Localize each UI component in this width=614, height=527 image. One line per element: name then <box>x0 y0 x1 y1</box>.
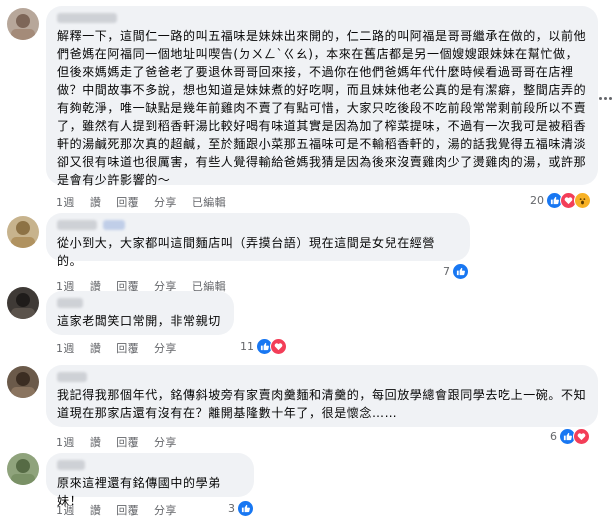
author-badge-blurred <box>103 220 125 230</box>
comment-actions: 1週 讚 回覆 分享 已編輯 <box>56 194 226 210</box>
comment-actions: 1週 讚 回覆 分享 <box>56 434 177 450</box>
author-name-blurred[interactable] <box>57 298 83 308</box>
love-icon <box>270 338 287 355</box>
reply-button[interactable]: 回覆 <box>116 502 139 518</box>
comment-bubble: 解釋一下，這間仁一路的叫五福味是妹妹出來開的，仁二路的叫阿福是哥哥繼承在做的，以… <box>46 6 598 187</box>
avatar[interactable] <box>7 453 39 485</box>
comment-text: 從小到大，大家都叫這間麵店叫（弄摸台語）現在這間是女兒在經營的。 <box>57 236 436 268</box>
reaction-summary[interactable]: 11 <box>238 337 289 356</box>
comment-text: 這家老闆笑口常開，非常親切 <box>57 314 221 328</box>
reaction-count: 20 <box>530 194 544 207</box>
reply-button[interactable]: 回覆 <box>116 340 139 356</box>
share-button[interactable]: 分享 <box>154 194 177 210</box>
reaction-count: 6 <box>550 430 557 443</box>
timestamp[interactable]: 1週 <box>56 502 75 518</box>
comment-actions: 1週 讚 回覆 分享 <box>56 502 177 518</box>
edited-label[interactable]: 已編輯 <box>192 194 226 210</box>
reaction-count: 7 <box>443 265 450 278</box>
reaction-count: 11 <box>240 340 254 353</box>
share-button[interactable]: 分享 <box>154 434 177 450</box>
timestamp[interactable]: 1週 <box>56 434 75 450</box>
reaction-summary[interactable]: 20 <box>528 191 593 210</box>
author-name-blurred[interactable] <box>57 372 87 382</box>
timestamp[interactable]: 1週 <box>56 340 75 356</box>
comment-bubble: 從小到大，大家都叫這間麵店叫（弄摸台語）現在這間是女兒在經營的。 <box>46 213 470 268</box>
like-icon <box>237 500 254 517</box>
like-button[interactable]: 讚 <box>90 194 101 210</box>
reaction-summary[interactable]: 6 <box>548 427 592 446</box>
avatar[interactable] <box>7 287 39 319</box>
reply-button[interactable]: 回覆 <box>116 194 139 210</box>
like-icon <box>452 263 469 280</box>
reaction-summary[interactable]: 7 <box>441 262 471 281</box>
comment-text: 解釋一下，這間仁一路的叫五福味是妹妹出來開的，仁二路的叫阿福是哥哥繼承在做的，以… <box>57 29 587 187</box>
author-name-blurred[interactable] <box>57 220 97 230</box>
timestamp[interactable]: 1週 <box>56 194 75 210</box>
comment-text: 我記得我那個年代，銘傳斜坡旁有家賣肉羹麵和清羹的，每回放學總會跟同學去吃上一碗。… <box>57 388 587 420</box>
wow-icon <box>574 192 591 209</box>
comment-bubble: 原來這裡還有銘傳國中的學弟妹！ <box>46 453 254 508</box>
author-name-blurred[interactable] <box>57 460 85 470</box>
more-options-icon[interactable] <box>599 91 613 105</box>
avatar[interactable] <box>7 8 39 40</box>
like-button[interactable]: 讚 <box>90 502 101 518</box>
reaction-count: 3 <box>228 502 235 515</box>
comment-actions: 1週 讚 回覆 分享 <box>56 340 177 356</box>
love-icon <box>573 428 590 445</box>
comment-bubble: 這家老闆笑口常開，非常親切 <box>46 291 234 335</box>
like-button[interactable]: 讚 <box>90 434 101 450</box>
share-button[interactable]: 分享 <box>154 340 177 356</box>
reaction-summary[interactable]: 3 <box>226 499 256 518</box>
like-button[interactable]: 讚 <box>90 340 101 356</box>
reply-button[interactable]: 回覆 <box>116 434 139 450</box>
avatar[interactable] <box>7 216 39 248</box>
avatar[interactable] <box>7 366 39 398</box>
share-button[interactable]: 分享 <box>154 502 177 518</box>
comment-bubble: 我記得我那個年代，銘傳斜坡旁有家賣肉羹麵和清羹的，每回放學總會跟同學去吃上一碗。… <box>46 365 598 427</box>
author-name-blurred[interactable] <box>57 13 117 23</box>
